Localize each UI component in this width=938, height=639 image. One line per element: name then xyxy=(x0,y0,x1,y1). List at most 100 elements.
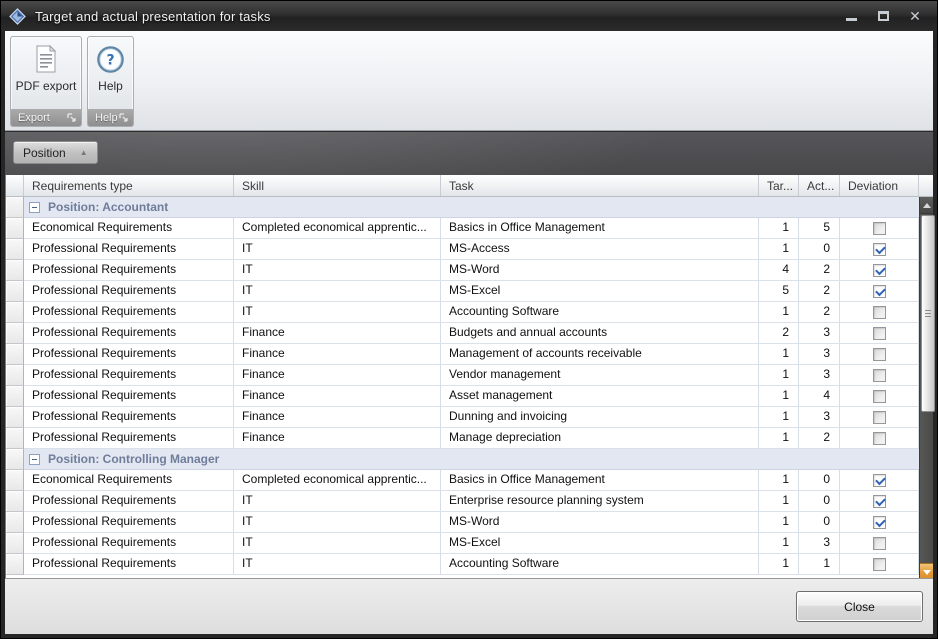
row-indicator[interactable] xyxy=(6,470,24,491)
scrollbar-thumb[interactable] xyxy=(921,215,935,412)
ribbon: PDF export Export ? Help Help xyxy=(5,31,933,131)
cell-deviation xyxy=(840,512,919,533)
deviation-checkbox[interactable] xyxy=(872,326,886,340)
close-window-button[interactable]: ✕ xyxy=(907,8,923,24)
ribbon-group-label: Help xyxy=(95,111,118,124)
column-header-task[interactable]: Task xyxy=(441,175,759,196)
deviation-checkbox[interactable] xyxy=(872,263,886,277)
cell-skill: Finance xyxy=(234,386,441,407)
deviation-checkbox[interactable] xyxy=(872,242,886,256)
table-row[interactable]: Professional Requirements IT MS-Excel 5 … xyxy=(6,281,919,302)
deviation-checkbox[interactable] xyxy=(872,494,886,508)
table-row[interactable]: Professional Requirements Finance Manage… xyxy=(6,344,919,365)
cell-task: Manage depreciation xyxy=(441,428,759,449)
deviation-checkbox[interactable] xyxy=(872,536,886,550)
row-indicator[interactable] xyxy=(6,554,24,575)
cell-target: 5 xyxy=(759,281,799,302)
vertical-scrollbar[interactable] xyxy=(919,197,935,580)
question-mark-icon: ? xyxy=(97,44,125,74)
deviation-checkbox[interactable] xyxy=(872,305,886,319)
row-indicator[interactable] xyxy=(6,365,24,386)
table-row[interactable]: Professional Requirements Finance Dunnin… xyxy=(6,407,919,428)
table-row[interactable]: Professional Requirements IT MS-Access 1… xyxy=(6,239,919,260)
cell-deviation xyxy=(840,533,919,554)
cell-actual: 4 xyxy=(799,386,840,407)
minimize-button[interactable] xyxy=(843,8,859,24)
table-row[interactable]: Professional Requirements Finance Budget… xyxy=(6,323,919,344)
row-indicator[interactable] xyxy=(6,449,24,470)
deviation-checkbox[interactable] xyxy=(872,515,886,529)
table-row[interactable]: Professional Requirements Finance Asset … xyxy=(6,386,919,407)
app-diamond-icon xyxy=(9,7,26,25)
table-row[interactable]: Professional Requirements IT MS-Word 4 2 xyxy=(6,260,919,281)
cell-requirements-type: Professional Requirements xyxy=(24,491,234,512)
cell-deviation xyxy=(840,365,919,386)
table-row[interactable]: Professional Requirements IT MS-Word 1 0 xyxy=(6,512,919,533)
table-row[interactable]: Professional Requirements IT MS-Excel 1 … xyxy=(6,533,919,554)
cell-actual: 3 xyxy=(799,323,840,344)
row-indicator[interactable] xyxy=(6,197,24,218)
row-indicator[interactable] xyxy=(6,386,24,407)
dialog-launcher-icon[interactable] xyxy=(66,112,77,123)
dialog-launcher-icon[interactable] xyxy=(118,112,129,123)
row-indicator[interactable] xyxy=(6,533,24,554)
cell-skill: IT xyxy=(234,239,441,260)
row-indicator[interactable] xyxy=(6,344,24,365)
deviation-checkbox[interactable] xyxy=(872,557,886,571)
cell-target: 4 xyxy=(759,260,799,281)
row-indicator[interactable] xyxy=(6,239,24,260)
row-indicator[interactable] xyxy=(6,428,24,449)
group-row-label: Position: Accountant xyxy=(48,200,169,214)
column-header-deviation[interactable]: Deviation xyxy=(840,175,919,196)
deviation-checkbox[interactable] xyxy=(872,431,886,445)
help-button[interactable]: ? Help xyxy=(88,37,133,109)
column-header-target[interactable]: Tar... xyxy=(759,175,799,196)
table-row[interactable]: Professional Requirements IT Accounting … xyxy=(6,302,919,323)
deviation-checkbox[interactable] xyxy=(872,221,886,235)
table-row[interactable]: Economical Requirements Completed econom… xyxy=(6,218,919,239)
deviation-checkbox[interactable] xyxy=(872,473,886,487)
row-indicator[interactable] xyxy=(6,491,24,512)
collapse-minus-icon[interactable] xyxy=(29,201,40,213)
collapse-minus-icon[interactable] xyxy=(29,453,40,465)
cell-task: MS-Word xyxy=(441,260,759,281)
table-row[interactable]: Professional Requirements Finance Manage… xyxy=(6,428,919,449)
table-row[interactable]: Economical Requirements Completed econom… xyxy=(6,470,919,491)
column-header-requirements-type[interactable]: Requirements type xyxy=(24,175,234,196)
group-row[interactable]: Position: Controlling Manager xyxy=(6,449,919,470)
maximize-button[interactable] xyxy=(875,8,891,24)
cell-deviation xyxy=(840,323,919,344)
row-indicator[interactable] xyxy=(6,302,24,323)
cell-requirements-type: Professional Requirements xyxy=(24,302,234,323)
cell-target: 1 xyxy=(759,365,799,386)
row-indicator[interactable] xyxy=(6,512,24,533)
table-row[interactable]: Professional Requirements IT Accounting … xyxy=(6,554,919,575)
cell-target: 2 xyxy=(759,323,799,344)
cell-deviation xyxy=(840,470,919,491)
cell-task: Dunning and invoicing xyxy=(441,407,759,428)
deviation-checkbox[interactable] xyxy=(872,368,886,382)
scroll-up-button[interactable] xyxy=(920,197,933,214)
table-row[interactable]: Professional Requirements Finance Vendor… xyxy=(6,365,919,386)
column-header-skill[interactable]: Skill xyxy=(234,175,441,196)
cell-target: 1 xyxy=(759,386,799,407)
group-by-position-button[interactable]: Position ▲ xyxy=(13,141,98,164)
deviation-checkbox[interactable] xyxy=(872,389,886,403)
table-row[interactable]: Professional Requirements IT Enterprise … xyxy=(6,491,919,512)
deviation-checkbox[interactable] xyxy=(872,410,886,424)
row-indicator[interactable] xyxy=(6,323,24,344)
pdf-export-button[interactable]: PDF export xyxy=(11,37,81,109)
column-header-actual[interactable]: Act... xyxy=(799,175,840,196)
row-indicator[interactable] xyxy=(6,281,24,302)
maximize-icon xyxy=(877,11,889,21)
deviation-checkbox[interactable] xyxy=(872,347,886,361)
row-indicator[interactable] xyxy=(6,218,24,239)
group-row[interactable]: Position: Accountant xyxy=(6,197,919,218)
row-indicator[interactable] xyxy=(6,407,24,428)
cell-requirements-type: Professional Requirements xyxy=(24,428,234,449)
close-button[interactable]: Close xyxy=(796,591,923,622)
triangle-down-icon xyxy=(922,569,931,575)
row-indicator[interactable] xyxy=(6,260,24,281)
deviation-checkbox[interactable] xyxy=(872,284,886,298)
cell-target: 1 xyxy=(759,344,799,365)
